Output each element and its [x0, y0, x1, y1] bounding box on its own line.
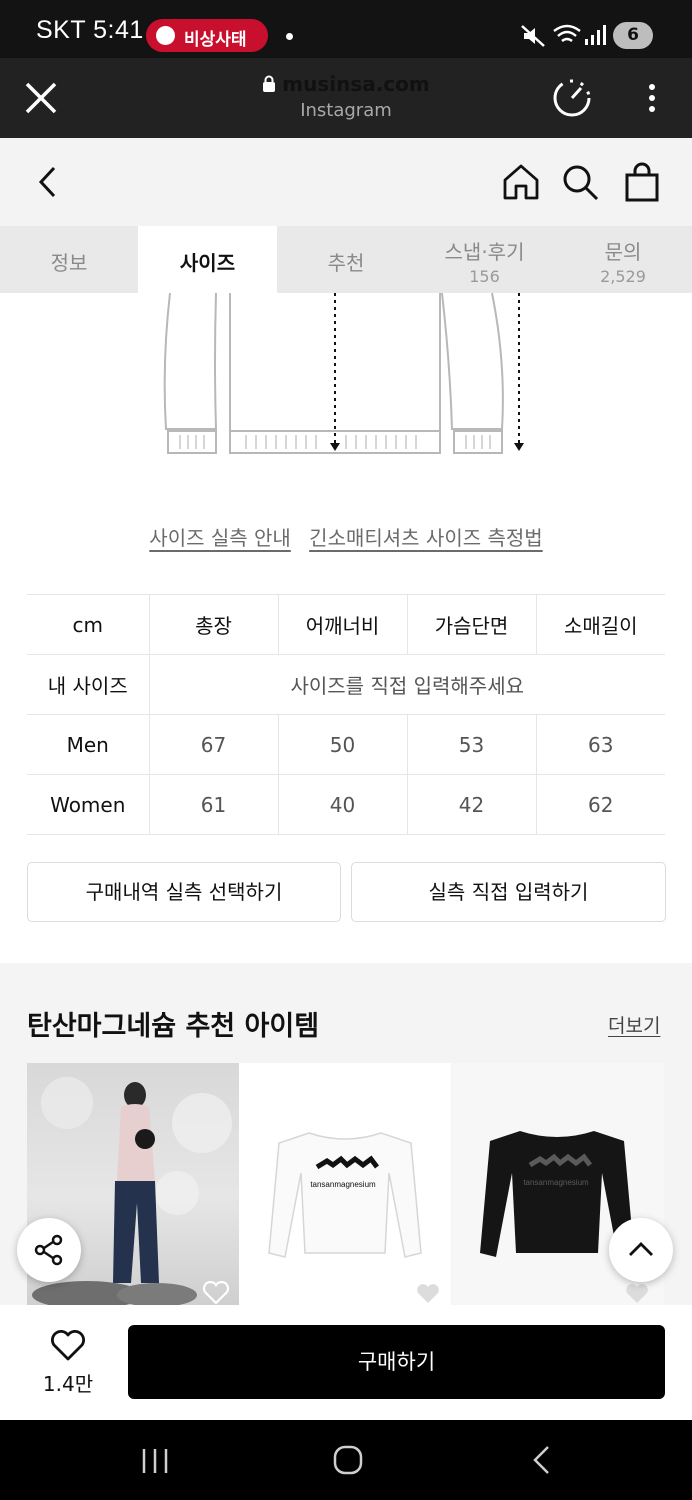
table-cell: 40 [278, 774, 408, 835]
recent-apps-icon[interactable] [140, 1446, 170, 1476]
my-size-label: 내 사이즈 [27, 654, 150, 715]
back-nav-icon[interactable] [530, 1444, 552, 1476]
shopping-bag-icon[interactable] [624, 162, 660, 202]
status-time: SKT 5:41 [36, 16, 144, 44]
tab-label: 사이즈 [179, 251, 236, 275]
tab-snap-review[interactable]: 스냅·후기 156 [415, 226, 554, 293]
measure-method-link[interactable]: 긴소매티셔츠 사이즈 측정법 [309, 526, 543, 550]
product-tabs: 정보 사이즈 추천 스냅·후기 156 문의 2,529 [0, 226, 692, 293]
system-nav-bar [0, 1420, 692, 1500]
more-menu-icon[interactable] [646, 82, 658, 114]
heart-icon[interactable] [624, 1283, 650, 1305]
size-table-header: cm 총장 어깨너비 가슴단면 소매길이 [27, 594, 665, 655]
table-cell: 42 [407, 774, 537, 835]
manual-size-input-button[interactable]: 실측 직접 입력하기 [351, 862, 666, 922]
header-unit: cm [27, 594, 150, 655]
table-row: Women 61 40 42 62 [27, 774, 665, 835]
notification-dot [286, 33, 293, 40]
tab-label: 추천 [327, 251, 365, 275]
product-photo: tansanmagnesium [268, 1132, 422, 1258]
table-cell: 61 [149, 774, 279, 835]
my-size-prompt[interactable]: 사이즈를 직접 입력해주세요 [149, 654, 665, 715]
header-total-length: 총장 [149, 594, 279, 655]
tab-info[interactable]: 정보 [0, 226, 138, 293]
row-label: Men [27, 714, 150, 775]
wifi-icon [553, 24, 581, 43]
my-size-row[interactable]: 내 사이즈 사이즈를 직접 입력해주세요 [27, 654, 665, 715]
home-icon[interactable] [502, 163, 540, 201]
search-icon[interactable] [562, 164, 600, 202]
chevron-up-icon [629, 1242, 653, 1256]
like-count: 1.4만 [42, 1372, 94, 1396]
tab-recommend[interactable]: 추천 [277, 226, 415, 293]
header-shoulder-width: 어깨너비 [278, 594, 408, 655]
scroll-top-button[interactable] [609, 1218, 673, 1282]
lock-icon [263, 75, 276, 92]
share-icon [34, 1234, 63, 1266]
heart-icon[interactable] [415, 1283, 441, 1305]
header-sleeve-length: 소매길이 [536, 594, 665, 655]
tab-count: 156 [469, 267, 500, 286]
table-row: Men 67 50 53 63 [27, 714, 665, 775]
heart-icon[interactable] [202, 1281, 230, 1305]
tab-label: 스냅·후기 [444, 240, 525, 264]
battery-indicator: 6 [613, 22, 653, 49]
shirt-print-text: tansanmagnesium [523, 1178, 589, 1187]
table-cell: 63 [536, 714, 665, 775]
table-cell: 50 [278, 714, 408, 775]
spotify-icon [156, 26, 175, 45]
see-more-link[interactable]: 더보기 [608, 1011, 660, 1038]
garment-size-diagram [163, 293, 524, 454]
status-bar: SKT 5:41 비상사태 6 [0, 0, 692, 58]
shirt-print-text: tansanmagnesium [310, 1180, 376, 1189]
domain-text: musinsa.com [282, 72, 430, 96]
tab-label: 문의 [604, 240, 642, 264]
table-cell: 62 [536, 774, 665, 835]
mute-icon [521, 25, 545, 47]
speed-dial-icon[interactable] [551, 77, 593, 119]
recommended-item-card[interactable]: tansanmagnesium [239, 1063, 451, 1305]
home-nav-icon[interactable] [332, 1444, 364, 1476]
size-guide-links: 사이즈 실측 안내 긴소매티셔츠 사이즈 측정법 [0, 522, 692, 551]
buy-button[interactable]: 구매하기 [128, 1325, 665, 1399]
row-label: Women [27, 774, 150, 835]
recommendation-title: 탄산마그네슘 추천 아이템 [27, 1011, 320, 1042]
tab-count: 2,529 [600, 267, 646, 286]
header-chest-width: 가슴단면 [407, 594, 537, 655]
heart-icon[interactable] [50, 1330, 86, 1362]
actual-size-guide-link[interactable]: 사이즈 실측 안내 [149, 526, 291, 550]
tab-size[interactable]: 사이즈 [138, 226, 277, 293]
back-icon[interactable] [36, 165, 58, 199]
signal-icon [585, 25, 606, 45]
table-cell: 67 [149, 714, 279, 775]
share-button[interactable] [17, 1218, 81, 1282]
media-notification-pill: 비상사태 [146, 19, 268, 52]
tab-label: 정보 [50, 251, 88, 275]
select-from-purchase-history-button[interactable]: 구매내역 실측 선택하기 [27, 862, 341, 922]
table-cell: 53 [407, 714, 537, 775]
size-table: cm 총장 어깨너비 가슴단면 소매길이 내 사이즈 사이즈를 직접 입력해주세… [27, 594, 665, 835]
tab-inquiry[interactable]: 문의 2,529 [554, 226, 692, 293]
notification-text: 비상사태 [184, 30, 247, 50]
